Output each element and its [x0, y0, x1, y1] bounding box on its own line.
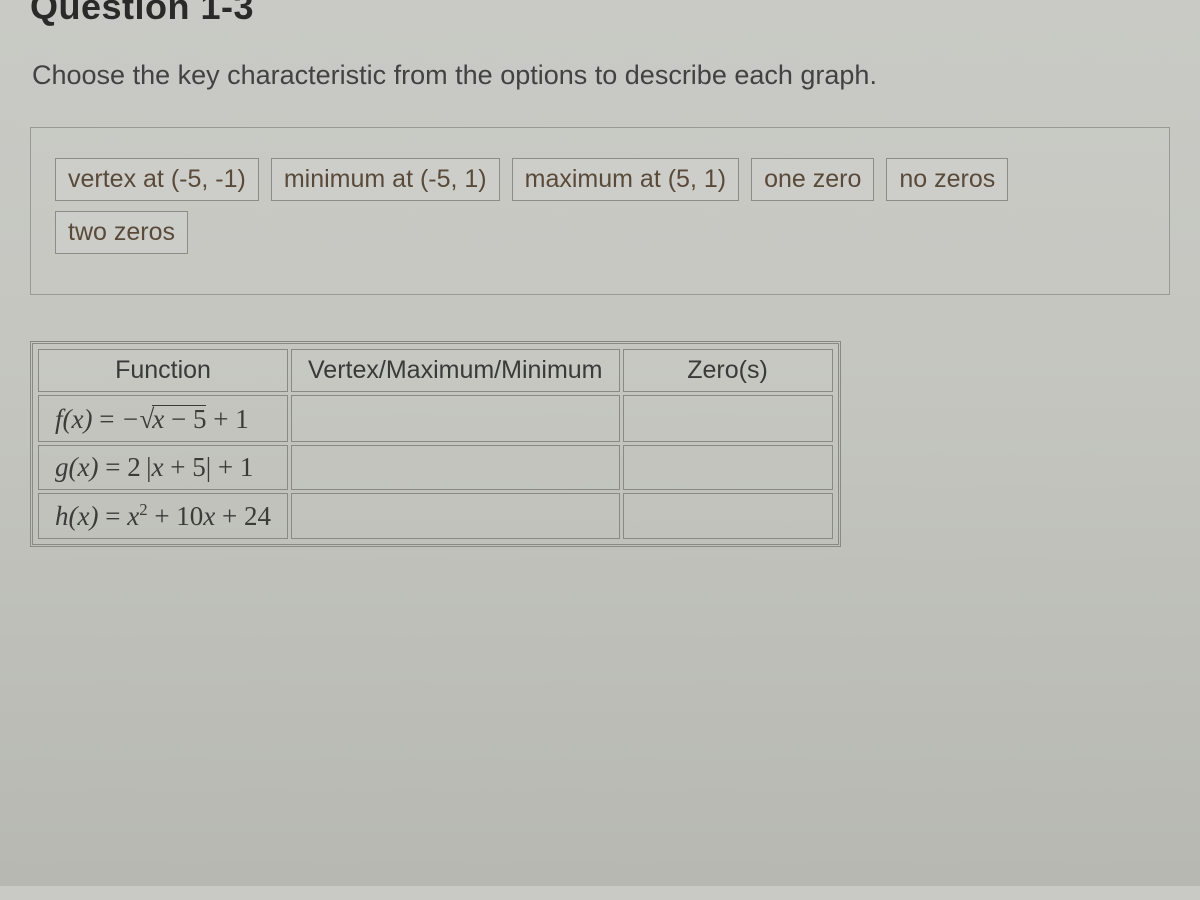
function-cell-h: h(x) = x2 + 10x + 24: [38, 493, 288, 539]
function-cell-g: g(x) = 2 |x + 5| + 1: [38, 445, 288, 490]
answer-table: Function Vertex/Maximum/Minimum Zero(s) …: [30, 341, 841, 547]
option-vertex[interactable]: vertex at (-5, -1): [55, 158, 259, 201]
table-header-row: Function Vertex/Maximum/Minimum Zero(s): [38, 349, 833, 392]
option-one-zero[interactable]: one zero: [751, 158, 874, 201]
chip-row: vertex at (-5, -1) minimum at (-5, 1) ma…: [55, 158, 1145, 254]
drop-target-f-vertex[interactable]: [291, 395, 620, 442]
drop-target-f-zeros[interactable]: [623, 395, 833, 442]
instruction-text: Choose the key characteristic from the o…: [32, 60, 1170, 91]
table-row: h(x) = x2 + 10x + 24: [38, 493, 833, 539]
function-cell-f: f(x) = −√x − 5 + 1: [38, 395, 288, 442]
drop-target-g-vertex[interactable]: [291, 445, 620, 490]
drop-target-h-zeros[interactable]: [623, 493, 833, 539]
option-two-zeros[interactable]: two zeros: [55, 211, 188, 254]
col-header-function: Function: [38, 349, 288, 392]
question-number-heading: Question 1-3: [30, 0, 1170, 28]
drop-target-h-vertex[interactable]: [291, 493, 620, 539]
option-minimum[interactable]: minimum at (-5, 1): [271, 158, 500, 201]
option-no-zeros[interactable]: no zeros: [886, 158, 1008, 201]
draggable-options-container: vertex at (-5, -1) minimum at (-5, 1) ma…: [30, 127, 1170, 295]
col-header-zeros: Zero(s): [623, 349, 833, 392]
drop-target-g-zeros[interactable]: [623, 445, 833, 490]
col-header-vertex: Vertex/Maximum/Minimum: [291, 349, 620, 392]
table-row: f(x) = −√x − 5 + 1: [38, 395, 833, 442]
option-maximum[interactable]: maximum at (5, 1): [512, 158, 739, 201]
table-row: g(x) = 2 |x + 5| + 1: [38, 445, 833, 490]
